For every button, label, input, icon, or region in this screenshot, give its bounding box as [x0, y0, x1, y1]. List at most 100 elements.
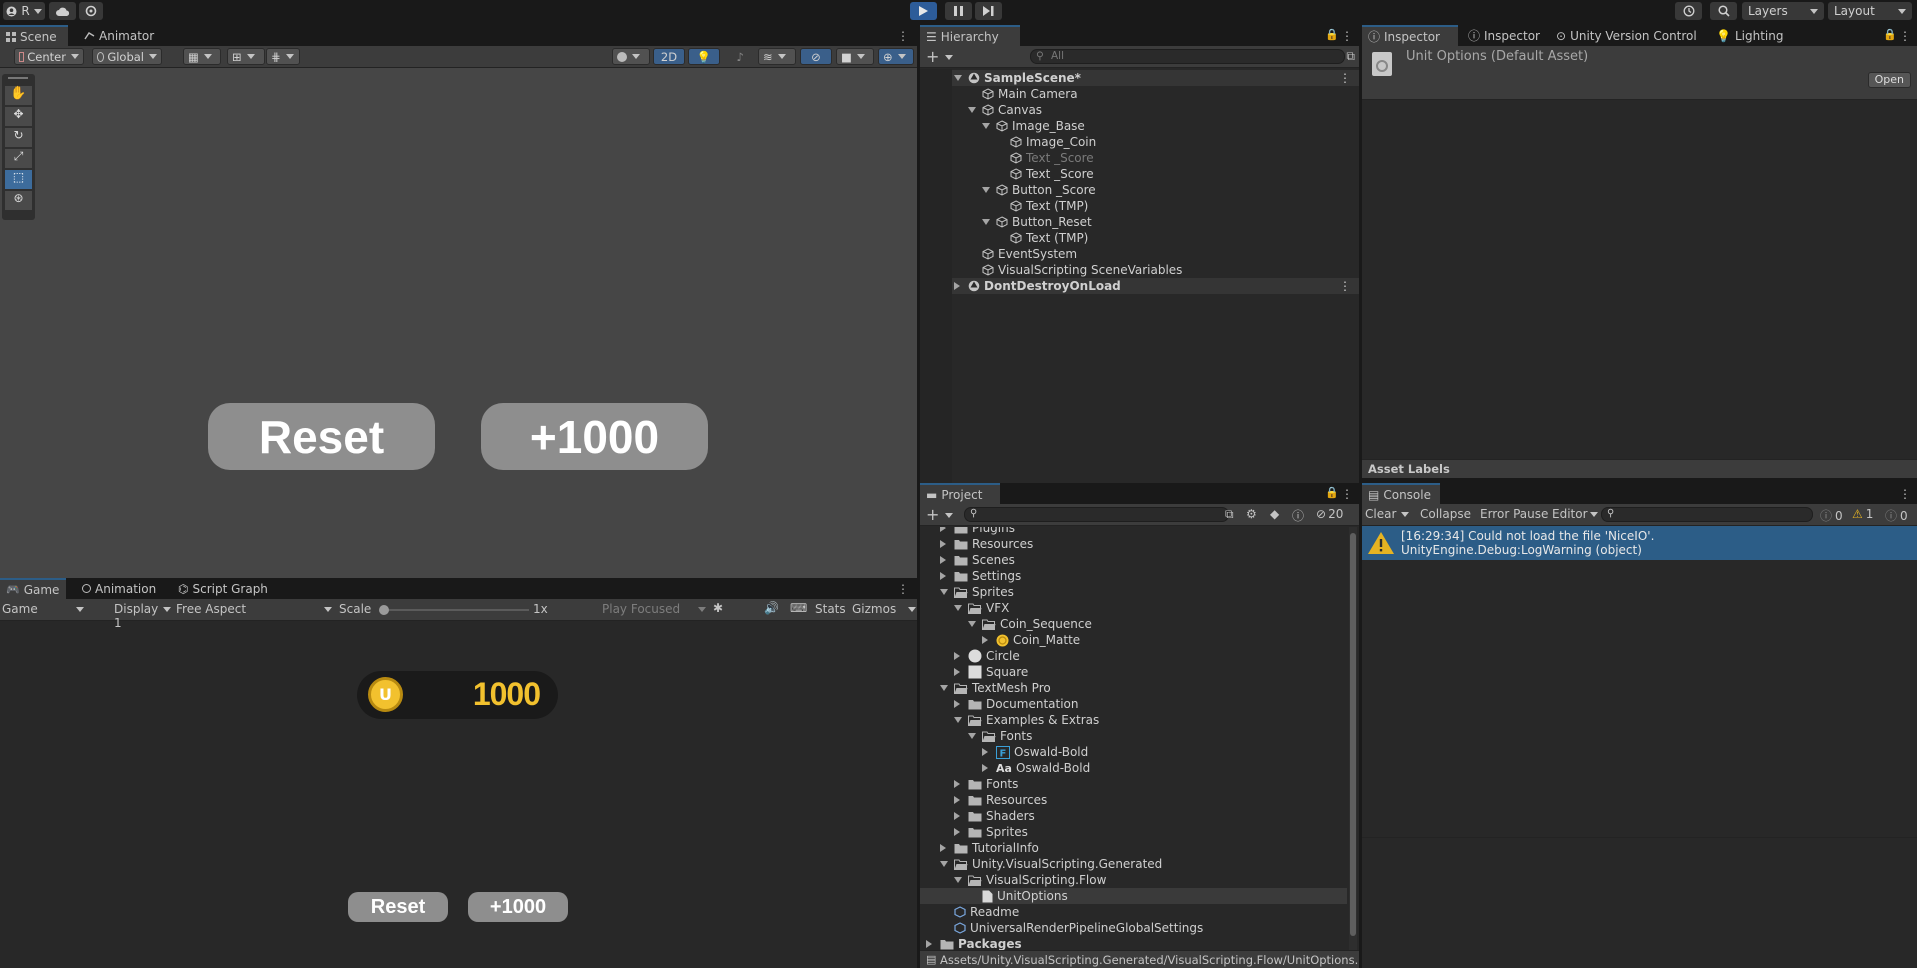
keyboard-icon[interactable]: ⌨ — [790, 601, 807, 615]
scale-slider-thumb[interactable] — [379, 605, 389, 615]
camera-dropdown[interactable]: ■ — [836, 48, 874, 65]
project-item-visualscripting-flow[interactable]: VisualScripting.Flow — [924, 872, 1347, 888]
filter-type-icon[interactable]: ⚙ — [1246, 507, 1257, 521]
scale-slider[interactable] — [379, 605, 529, 615]
project-item-resources[interactable]: Resources — [924, 792, 1347, 808]
audio-toggle[interactable]: ♪ — [724, 48, 756, 65]
lock-icon[interactable]: 🔒 — [1325, 28, 1339, 41]
tab-animator[interactable]: Animator — [78, 25, 160, 46]
rect-tool[interactable]: ⬚ — [5, 170, 32, 189]
expand-arrow-down-icon[interactable] — [968, 621, 976, 627]
play-focused-dropdown[interactable]: Play Focused — [602, 602, 706, 616]
tab-inspector-2[interactable]: ⓘ Inspector — [1462, 25, 1546, 46]
expand-arrow-right-icon[interactable] — [940, 540, 948, 548]
hierarchy-item-button-score[interactable]: Button _Score — [954, 182, 1359, 198]
project-item-square[interactable]: Square — [924, 664, 1347, 680]
expand-arrow-down-icon[interactable] — [954, 877, 962, 883]
hierarchy-item-eventsystem[interactable]: EventSystem — [954, 246, 1359, 262]
project-item-documentation[interactable]: Documentation — [924, 696, 1347, 712]
grid-snap-dropdown[interactable]: ▦ — [183, 48, 221, 65]
project-item-oswald-bold[interactable]: F Oswald-Bold — [924, 744, 1347, 760]
scene-options-icon[interactable]: ⋮ — [1339, 279, 1351, 293]
stats-button[interactable]: Stats — [815, 602, 846, 616]
transform-tool[interactable]: ⊛ — [5, 191, 32, 210]
aspect-dropdown[interactable]: Free Aspect — [176, 602, 332, 616]
hierarchy-item-samplescene[interactable]: SampleScene* ⋮ — [952, 70, 1359, 86]
expand-arrow-down-icon[interactable] — [940, 685, 948, 691]
project-scrollbar-thumb[interactable] — [1350, 533, 1356, 936]
shading-mode-dropdown[interactable] — [612, 48, 650, 65]
expand-arrow-right-icon[interactable] — [954, 282, 962, 290]
expand-arrow-right-icon[interactable] — [940, 556, 948, 564]
warning-count-toggle[interactable]: ⚠ 1 — [1852, 507, 1873, 521]
hierarchy-item-canvas[interactable]: Canvas — [954, 102, 1359, 118]
tab-version-control[interactable]: ⊙ Unity Version Control — [1550, 25, 1703, 46]
lock-icon[interactable]: 🔒 — [1325, 486, 1339, 499]
hierarchy-item-text-score[interactable]: Text _Score — [954, 166, 1359, 182]
project-item-coin-sequence[interactable]: Coin_Sequence — [924, 616, 1347, 632]
hierarchy-item-main-camera[interactable]: Main Camera — [954, 86, 1359, 102]
hierarchy-item-image-base[interactable]: Image_Base — [954, 118, 1359, 134]
project-item-unitoptions[interactable]: UnitOptions — [920, 888, 1347, 904]
expand-arrow-down-icon[interactable] — [940, 589, 948, 595]
expand-arrow-right-icon[interactable] — [982, 636, 990, 644]
label-filter-icon[interactable]: ◆ — [1270, 507, 1279, 521]
history-button[interactable] — [1675, 2, 1702, 20]
expand-arrow-right-icon[interactable] — [954, 812, 962, 820]
lighting-toggle[interactable]: 💡 — [688, 48, 720, 65]
tab-project[interactable]: ▬ Project — [920, 483, 1000, 504]
add-icon[interactable]: + — [926, 47, 939, 66]
expand-arrow-down-icon[interactable] — [982, 123, 990, 129]
expand-arrow-right-icon[interactable] — [926, 940, 934, 948]
project-item-coin-matte[interactable]: Coin_Matte — [924, 632, 1347, 648]
grid-visibility-dropdown[interactable]: ⋕ — [266, 48, 300, 65]
rotate-tool[interactable]: ↻ — [5, 128, 32, 147]
cloud-button[interactable] — [49, 2, 76, 20]
scale-tool[interactable]: ⤢ — [5, 149, 32, 168]
hierarchy-item-text-tmp[interactable]: Text (TMP) — [954, 230, 1359, 246]
hierarchy-item-dontdestroyonload[interactable]: DontDestroyOnLoad ⋮ — [952, 278, 1359, 294]
inspector-menu-icon[interactable]: ⋮ — [1899, 29, 1911, 43]
project-item-fonts[interactable]: Fonts — [924, 776, 1347, 792]
project-item-plugins[interactable]: Plugins — [924, 527, 1347, 536]
hidden-packages-toggle[interactable]: ⊘ 20 — [1316, 507, 1343, 521]
project-item-readme[interactable]: Readme — [924, 904, 1347, 920]
expand-arrow-down-icon[interactable] — [982, 187, 990, 193]
open-button[interactable]: Open — [1867, 72, 1911, 88]
bug-icon[interactable]: ✱ — [713, 601, 723, 615]
expand-arrow-down-icon[interactable] — [968, 733, 976, 739]
gizmos-toggle[interactable]: Gizmos — [852, 602, 916, 616]
project-item-examples-extras[interactable]: Examples & Extras — [924, 712, 1347, 728]
project-item-oswald-bold[interactable]: Aa Oswald-Bold — [924, 760, 1347, 776]
project-item-fonts[interactable]: Fonts — [924, 728, 1347, 744]
expand-arrow-down-icon[interactable] — [968, 107, 976, 113]
expand-arrow-right-icon[interactable] — [954, 828, 962, 836]
expand-arrow-down-icon[interactable] — [954, 75, 962, 81]
expand-arrow-right-icon[interactable] — [954, 700, 962, 708]
hierarchy-item-text-tmp[interactable]: Text (TMP) — [954, 198, 1359, 214]
project-item-circle[interactable]: Circle — [924, 648, 1347, 664]
lock-icon[interactable]: 🔒 — [1883, 28, 1897, 41]
project-item-textmesh-pro[interactable]: TextMesh Pro — [924, 680, 1347, 696]
project-item-sprites[interactable]: Sprites — [924, 584, 1347, 600]
clear-dropdown[interactable]: Clear — [1365, 507, 1410, 521]
hierarchy-item-button-reset[interactable]: Button_Reset — [954, 214, 1359, 230]
layout-dropdown[interactable]: Layout — [1828, 2, 1912, 20]
project-item-scenes[interactable]: Scenes — [924, 552, 1347, 568]
error-count-toggle[interactable]: ⓘ 0 — [1885, 507, 1908, 524]
asset-labels-bar[interactable]: Asset Labels — [1362, 459, 1917, 478]
game-plus1000-button[interactable]: +1000 — [468, 892, 568, 922]
tab-inspector-1[interactable]: ⓘ Inspector — [1362, 25, 1458, 46]
project-item-unity-visualscripting-generated[interactable]: Unity.VisualScripting.Generated — [924, 856, 1347, 872]
scene-reset-button[interactable]: Reset — [208, 403, 435, 470]
tab-lighting[interactable]: 💡 Lighting — [1710, 25, 1789, 46]
layers-dropdown[interactable]: Layers — [1742, 2, 1824, 20]
hidden-objects-toggle[interactable]: ⊘ — [800, 48, 832, 65]
game-view-dropdown[interactable]: Game — [0, 602, 86, 616]
project-item-shaders[interactable]: Shaders — [924, 808, 1347, 824]
move-tool[interactable]: ✥ — [5, 107, 32, 126]
scene-visibility-icon[interactable]: ⧉ — [1346, 49, 1355, 64]
hierarchy-item-visualscripting-scenevariables[interactable]: VisualScripting SceneVariables — [954, 262, 1359, 278]
gizmos-dropdown[interactable]: ⊕ — [878, 48, 914, 65]
hand-tool[interactable]: ✋ — [5, 86, 32, 105]
